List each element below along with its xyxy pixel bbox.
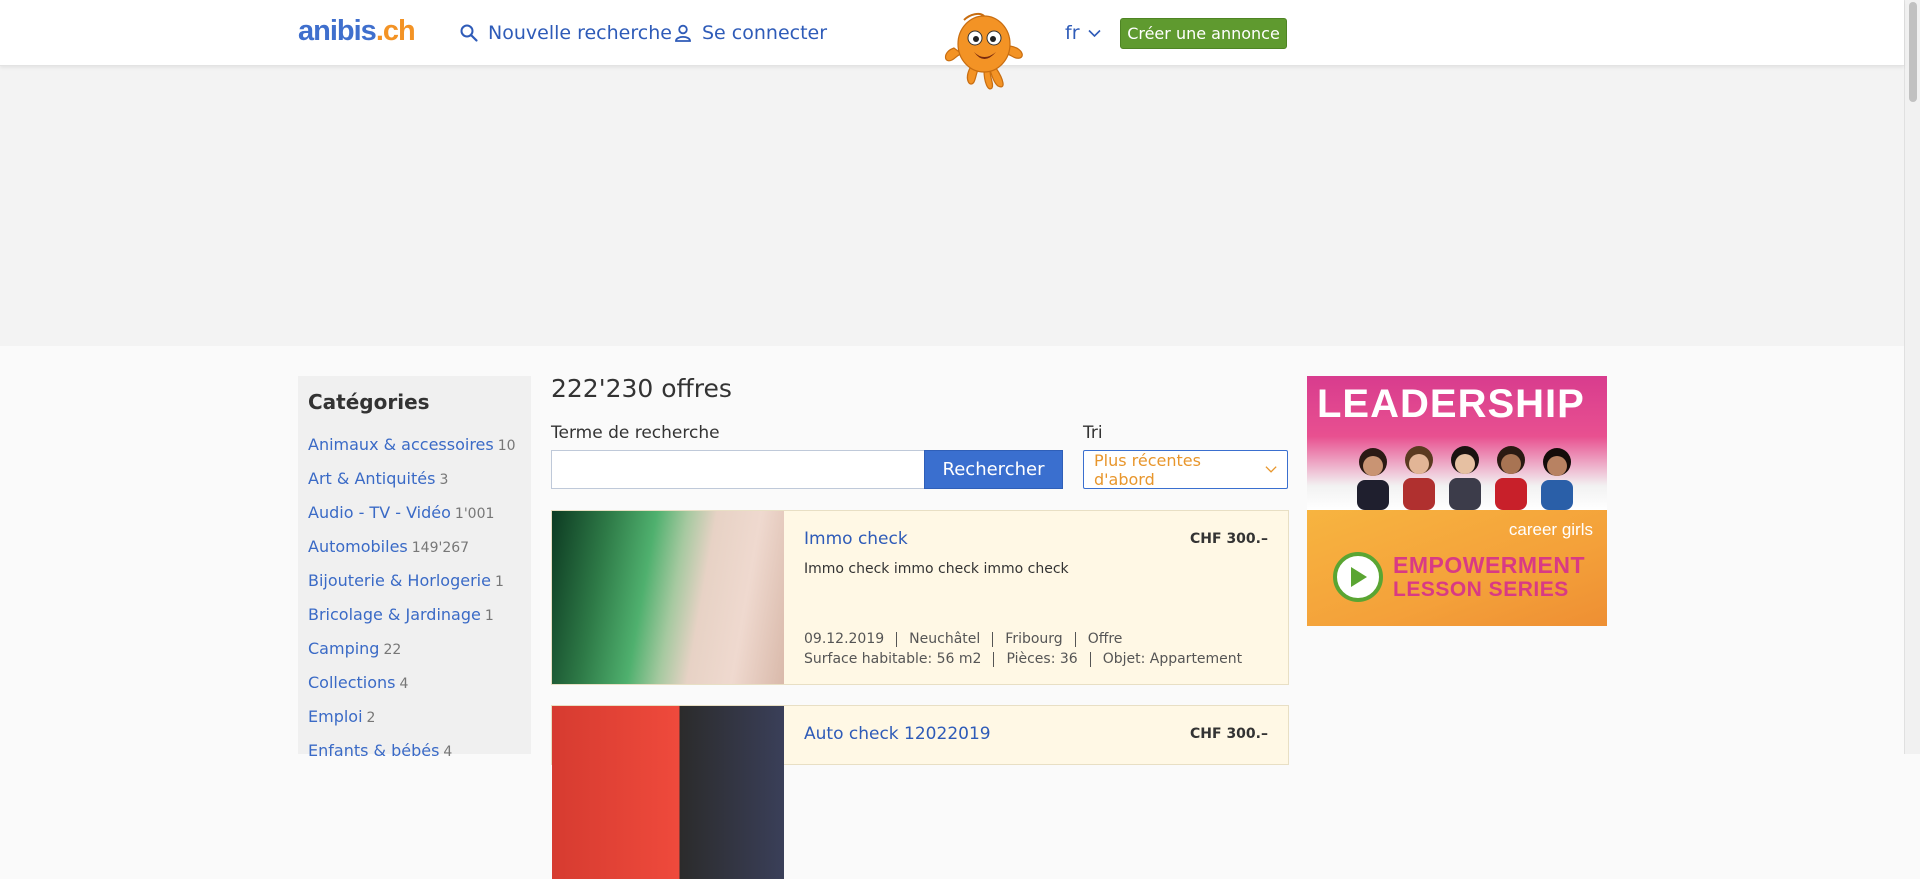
category-count: 10 xyxy=(497,438,516,454)
category-item[interactable]: Animaux & accessoires 10 xyxy=(308,428,521,462)
listing-surface: Surface habitable: 56 m2 xyxy=(804,651,982,667)
listing-title[interactable]: Immo check xyxy=(804,529,908,549)
category-name[interactable]: Art & Antiquités xyxy=(308,469,435,488)
category-count: 22 xyxy=(383,642,402,658)
ad-line-1: EMPOWERMENT xyxy=(1393,552,1586,578)
listing-attributes: Surface habitable: 56 m2 Pièces: 36 Obje… xyxy=(804,652,1254,667)
category-item[interactable]: Camping 22 xyxy=(308,632,521,666)
page-scrollbar[interactable] xyxy=(1904,0,1920,754)
login-label: Se connecter xyxy=(702,22,828,44)
category-item[interactable]: Automobiles 149'267 xyxy=(308,530,521,564)
search-icon xyxy=(460,24,478,42)
categories-title: Catégories xyxy=(308,390,430,414)
category-name[interactable]: Bijouterie & Horlogerie xyxy=(308,571,491,590)
category-count: 1 xyxy=(494,574,504,590)
category-name[interactable]: Collections xyxy=(308,673,395,692)
chevron-down-icon xyxy=(1087,29,1101,37)
category-name[interactable]: Automobiles xyxy=(308,537,408,556)
category-name[interactable]: Animaux & accessoires xyxy=(308,435,494,454)
listing-title[interactable]: Auto check 12022019 xyxy=(804,724,991,744)
category-item[interactable]: Collections 4 xyxy=(308,666,521,700)
category-item[interactable]: Emploi 2 xyxy=(308,700,521,734)
category-name[interactable]: Audio - TV - Vidéo xyxy=(308,503,451,522)
listing-type: Offre xyxy=(1074,632,1135,647)
category-name[interactable]: Enfants & bébés xyxy=(308,741,439,760)
sort-label: Tri xyxy=(1083,423,1103,443)
top-ad-banner xyxy=(0,66,1904,346)
listing-price: CHF 300.– xyxy=(1190,531,1268,547)
search-term-label: Terme de recherche xyxy=(551,423,720,443)
search-input[interactable] xyxy=(551,450,925,489)
listing-description: Immo check immo check immo check xyxy=(804,561,1069,577)
login-link[interactable]: Se connecter xyxy=(673,20,827,46)
new-search-label: Nouvelle recherche xyxy=(488,22,672,44)
categories-sidebar: Catégories Animaux & accessoires 10 Art &… xyxy=(298,376,531,760)
results-count: 222'230 offres xyxy=(551,374,732,403)
ad-line-2: LESSON SERIES xyxy=(1393,578,1569,601)
mascot-octopus-icon[interactable] xyxy=(940,8,1028,94)
category-item[interactable]: Enfants & bébés 4 xyxy=(308,734,521,768)
site-logo[interactable]: anibis.ch xyxy=(298,15,416,48)
user-icon xyxy=(675,24,691,42)
listing-thumbnail[interactable] xyxy=(552,511,784,684)
listing-price: CHF 300.– xyxy=(1190,726,1268,742)
category-name[interactable]: Bricolage & Jardinage xyxy=(308,605,481,624)
scrollbar-thumb[interactable] xyxy=(1909,2,1917,102)
category-count: 1'001 xyxy=(454,506,495,522)
create-ad-button[interactable]: Créer une annonce xyxy=(1120,18,1287,49)
side-ad-banner[interactable]: LEADERSHIP career girls EMPOWERMENT LESS… xyxy=(1307,376,1607,626)
search-button[interactable]: Rechercher xyxy=(924,450,1063,489)
language-selector[interactable]: fr xyxy=(1065,20,1101,46)
listing-region: Fribourg xyxy=(992,632,1074,647)
category-count: 3 xyxy=(439,472,449,488)
new-search-link[interactable]: Nouvelle recherche xyxy=(459,20,672,46)
ad-people-illustration xyxy=(1357,446,1573,510)
category-count: 149'267 xyxy=(411,540,470,556)
chevron-down-icon xyxy=(1265,466,1277,473)
category-item[interactable]: Art & Antiquités 3 xyxy=(308,462,521,496)
category-count: 4 xyxy=(443,744,453,760)
sort-value: Plus récentes d'abord xyxy=(1094,450,1201,489)
category-count: 2 xyxy=(366,710,376,726)
ad-brand: career girls xyxy=(1508,520,1593,539)
category-count: 4 xyxy=(399,676,409,692)
listing-card[interactable]: Auto check 12022019 CHF 300.– xyxy=(551,705,1289,879)
listing-thumbnail[interactable] xyxy=(552,706,784,879)
sort-select[interactable]: Plus récentes d'abord xyxy=(1083,450,1288,489)
category-item[interactable]: Bricolage & Jardinage 1 xyxy=(308,598,521,632)
category-item[interactable]: Audio - TV - Vidéo 1'001 xyxy=(308,496,521,530)
ad-heading: LEADERSHIP xyxy=(1317,382,1585,426)
play-icon[interactable] xyxy=(1333,552,1383,602)
category-name[interactable]: Emploi xyxy=(308,707,363,726)
ad-bottom-section: career girls EMPOWERMENT LESSON SERIES xyxy=(1307,510,1607,626)
language-label: fr xyxy=(1065,22,1080,44)
category-item[interactable]: Bijouterie & Horlogerie 1 xyxy=(308,564,521,598)
listing-rooms: Pièces: 36 xyxy=(993,652,1089,667)
listing-location: Neuchâtel xyxy=(896,632,992,647)
category-count: 1 xyxy=(484,608,494,624)
listing-object: Objet: Appartement xyxy=(1089,652,1254,667)
listing-date: 09.12.2019 xyxy=(804,631,885,647)
category-name[interactable]: Camping xyxy=(308,639,379,658)
listing-meta: 09.12.2019 Neuchâtel Fribourg Offre xyxy=(804,632,1134,647)
listing-card[interactable]: Immo check CHF 300.– Immo check immo che… xyxy=(551,510,1289,685)
